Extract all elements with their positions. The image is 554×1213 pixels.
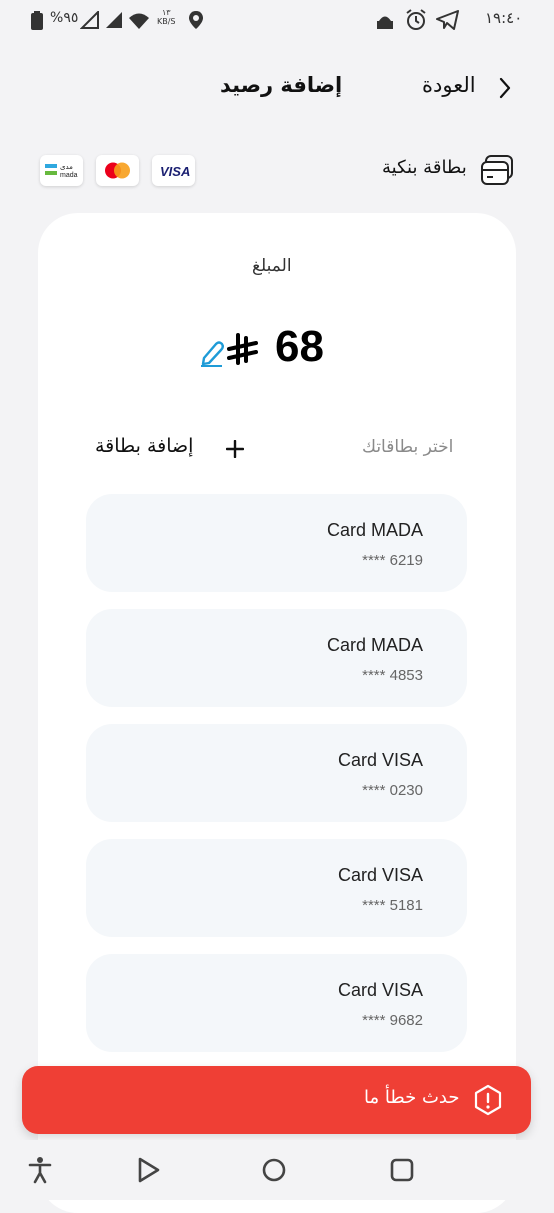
edit-amount-icon[interactable] — [198, 338, 226, 368]
card-number: **** 0230 — [362, 782, 423, 799]
add-card-button[interactable]: إضافة بطاقة — [90, 428, 250, 468]
telegram-icon — [436, 10, 459, 30]
error-toast[interactable]: حدث خطأ ما — [22, 1066, 531, 1134]
back-label: العودة — [422, 73, 476, 97]
clock: ١٩:٤٠ — [485, 9, 523, 27]
recents-icon[interactable] — [388, 1156, 416, 1184]
card-name: Card VISA — [337, 750, 423, 770]
svg-text:mada: mada — [60, 172, 78, 179]
card-number: **** 4853 — [362, 667, 423, 684]
card-name: Card MADA — [326, 520, 423, 540]
network-speed: ١٣ KB/S — [157, 8, 176, 26]
battery-icon — [31, 11, 43, 30]
visa-logo: VISA — [152, 155, 195, 186]
saved-card[interactable]: Card MADA **** 4853 — [86, 609, 467, 707]
card-name: Card MADA — [326, 635, 423, 655]
warning-icon — [474, 1084, 502, 1116]
svg-text:مدى: مدى — [60, 163, 73, 171]
mosque-icon — [377, 16, 393, 29]
wifi-icon — [129, 13, 149, 29]
chevron-right-icon — [499, 77, 511, 99]
alarm-icon — [406, 9, 426, 30]
accessibility-icon[interactable] — [28, 1156, 52, 1184]
card-name: Card VISA — [337, 865, 423, 885]
location-icon — [189, 11, 203, 29]
saved-card[interactable]: Card MADA **** 6219 — [86, 494, 467, 592]
amount-value: 68 — [275, 322, 324, 371]
mada-logo: مدى mada — [40, 155, 83, 186]
riyal-icon — [227, 333, 258, 365]
error-message: حدث خطأ ما — [364, 1087, 460, 1108]
card-number: **** 5181 — [362, 897, 423, 914]
battery-percent: %٩٥ — [50, 10, 79, 26]
amount-label: المبلغ — [252, 256, 292, 276]
svg-text:VISA: VISA — [160, 164, 190, 179]
system-nav-bar — [0, 1140, 554, 1200]
choose-cards-label: اختر بطاقاتك — [362, 437, 454, 457]
page-title: إضافة رصيد — [220, 73, 343, 97]
status-bar: %٩٥ ١٣ KB/S ١٩:٤٠ — [0, 0, 554, 40]
card-number: **** 9682 — [362, 1012, 423, 1029]
signal-icon — [80, 11, 99, 29]
saved-card[interactable]: Card VISA **** 5181 — [86, 839, 467, 937]
credit-card-icon — [481, 155, 513, 185]
mastercard-logo — [96, 155, 139, 186]
back-triangle-icon[interactable] — [134, 1156, 162, 1184]
back-button[interactable]: العودة — [412, 65, 522, 109]
signal-icon-2 — [106, 12, 122, 28]
card-number: **** 6219 — [362, 552, 423, 569]
plus-icon — [226, 440, 244, 458]
add-card-label: إضافة بطاقة — [95, 435, 194, 457]
saved-card[interactable]: Card VISA **** 0230 — [86, 724, 467, 822]
card-name: Card VISA — [337, 980, 423, 1000]
home-icon[interactable] — [260, 1156, 288, 1184]
saved-card[interactable]: Card VISA **** 9682 — [86, 954, 467, 1052]
bank-card-label: بطاقة بنكية — [382, 157, 467, 178]
